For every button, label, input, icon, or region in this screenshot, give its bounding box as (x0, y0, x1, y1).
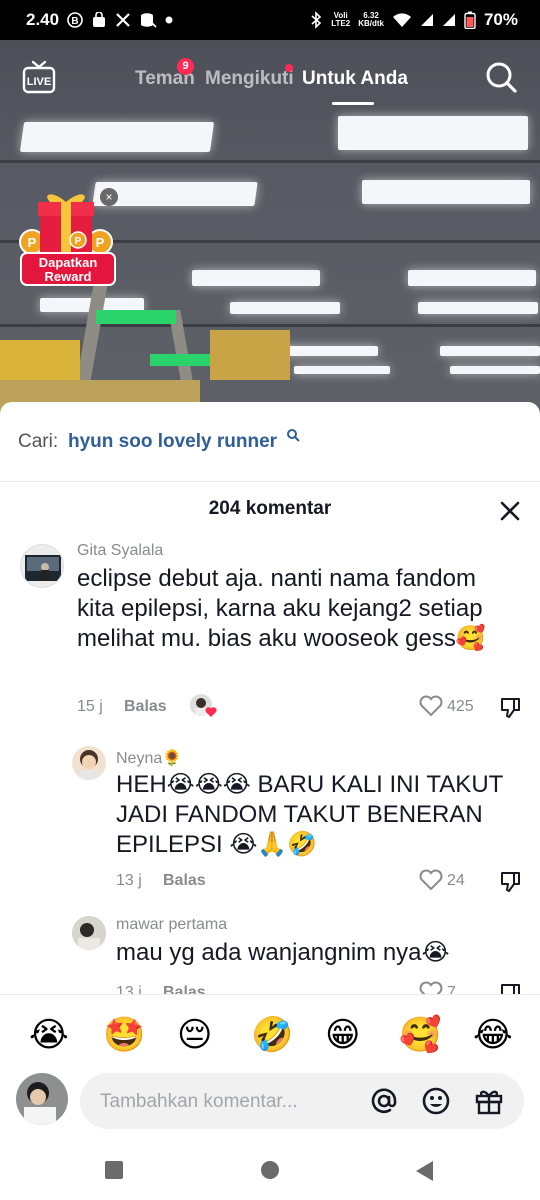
shopping-bag-icon (91, 12, 107, 28)
recents-icon[interactable] (104, 1160, 124, 1185)
emoji-grinning[interactable]: 😁 (325, 1015, 360, 1055)
gift-icon[interactable] (473, 1085, 505, 1117)
like-heart-icon[interactable] (418, 694, 444, 718)
svg-text:P: P (28, 235, 37, 250)
avatar[interactable] (72, 746, 106, 780)
tab-untuk-anda[interactable]: Untuk Anda (302, 68, 408, 90)
comments-count-title: 204 komentar (208, 498, 332, 519)
comment-time: 13 j (116, 872, 142, 889)
heart-badge-icon (205, 707, 217, 717)
comment-item: Gita Syalala eclipse debut aja. nanti na… (0, 540, 540, 730)
green-sign (150, 354, 210, 366)
battery-percent: 70% (483, 10, 518, 29)
reply-button[interactable]: Balas (124, 698, 167, 716)
like-count: 425 (447, 698, 474, 715)
home-icon[interactable] (260, 1160, 280, 1185)
close-icon[interactable] (496, 497, 524, 525)
reply-button[interactable]: Balas (163, 872, 206, 890)
dislike-icon[interactable] (498, 696, 524, 720)
svg-text:P: P (75, 236, 82, 247)
comment-time: 15 j (77, 698, 103, 715)
reward-label-line1: Dapatkan (38, 255, 98, 270)
ceiling-light (294, 366, 390, 374)
ceiling-beam (0, 324, 540, 327)
comment-username[interactable]: Neyna🌻 (116, 748, 182, 768)
comment-input-placeholder: Tambahkan komentar... (100, 1091, 298, 1112)
dislike-icon[interactable] (498, 870, 524, 894)
top-nav: LIVE Teman 9 Mengikuti Untuk Anda (0, 58, 540, 105)
active-tab-indicator (332, 102, 374, 105)
green-sign (96, 310, 176, 324)
comment-reply-item: Neyna🌻 HEH😭😭😭 BARU KALI INI TAKUT JADI F… (0, 746, 540, 896)
comment-username[interactable]: Gita Syalala (77, 542, 163, 560)
emoji-rolling-laughing[interactable]: 🤣 (251, 1015, 293, 1055)
live-label: LIVE (27, 76, 51, 88)
mention-icon[interactable] (368, 1085, 400, 1117)
ceiling-light (408, 270, 536, 286)
ceiling-beam (0, 160, 540, 163)
ceiling-light (192, 270, 320, 286)
reward-widget[interactable]: P P P Dapatkan Reward × (12, 188, 120, 294)
search-query-link[interactable]: hyun soo lovely runner (68, 431, 277, 453)
back-icon[interactable] (414, 1160, 434, 1187)
battery-icon (464, 11, 476, 29)
emoji-star-struck[interactable]: 🤩 (103, 1015, 145, 1055)
search-mini-icon (286, 428, 300, 442)
like-heart-icon[interactable] (418, 868, 444, 892)
notification-dot-icon (165, 16, 173, 24)
system-nav-bar (0, 1146, 540, 1200)
ceiling-light (418, 302, 538, 314)
emoji-pensive[interactable]: 😔 (177, 1015, 212, 1055)
ceiling-light (230, 302, 340, 314)
search-icon[interactable] (484, 60, 518, 94)
x-app-icon (115, 12, 131, 28)
ceiling-light (362, 180, 530, 204)
avatar[interactable] (72, 916, 106, 950)
reward-label[interactable]: Dapatkan Reward (20, 252, 116, 286)
mengikuti-dot (285, 64, 293, 72)
wifi-icon (392, 12, 412, 28)
b-app-icon: B (67, 12, 83, 28)
network-speed-unit: KB/dtk (358, 19, 384, 28)
bluetooth-icon (309, 11, 323, 29)
yellow-sign (0, 340, 80, 380)
comment-text: mau yg ada wanjangnim nya😭 (116, 939, 450, 966)
search-suggestion[interactable]: Cari: hyun soo lovely runner (0, 402, 540, 482)
like-count: 24 (447, 872, 465, 889)
avatar[interactable] (20, 544, 64, 588)
emoji-tears-of-joy[interactable]: 😂 (473, 1015, 513, 1055)
comment-text: HEH😭😭😭 BARU KALI INI TAKUT JADI FANDOM T… (116, 771, 503, 858)
status-time: 2.40 (26, 10, 60, 29)
volte-indicator: Voli LTE2 (331, 12, 350, 28)
emoji-loudly-crying[interactable]: 😭 (29, 1015, 69, 1055)
network-speed: 6.32 KB/dtk (358, 12, 384, 28)
emoji-smiling-hearts[interactable]: 🥰 (399, 1015, 441, 1055)
search-prefix: Cari: (18, 431, 59, 452)
emoji-picker-icon[interactable] (420, 1085, 452, 1117)
teman-badge: 9 (177, 58, 194, 75)
ceiling-light (450, 366, 540, 374)
tab-mengikuti[interactable]: Mengikuti (205, 68, 294, 90)
status-bar: 2.40 B Voli LTE2 6.32 KB/dtk 70% (0, 0, 540, 40)
comment-username[interactable]: mawar pertama (116, 916, 227, 934)
signal-icon-2 (442, 13, 456, 27)
my-avatar (16, 1073, 68, 1125)
svg-text:B: B (71, 16, 78, 27)
reward-label-line2: Reward (44, 269, 92, 284)
comment-input[interactable]: Tambahkan komentar... (80, 1073, 524, 1129)
ceiling-light (338, 116, 528, 150)
ceiling-light (19, 122, 215, 152)
ceiling-light (440, 346, 540, 356)
comment-text: eclipse debut aja. nanti nama fandom kit… (77, 565, 486, 652)
live-icon[interactable]: LIVE (22, 60, 56, 94)
svg-text:P: P (96, 235, 105, 250)
lte-label: LTE2 (331, 19, 351, 28)
reward-close-button[interactable]: × (100, 188, 118, 206)
database-icon (139, 12, 157, 28)
yellow-sign (210, 330, 290, 380)
signal-icon-1 (420, 13, 434, 27)
